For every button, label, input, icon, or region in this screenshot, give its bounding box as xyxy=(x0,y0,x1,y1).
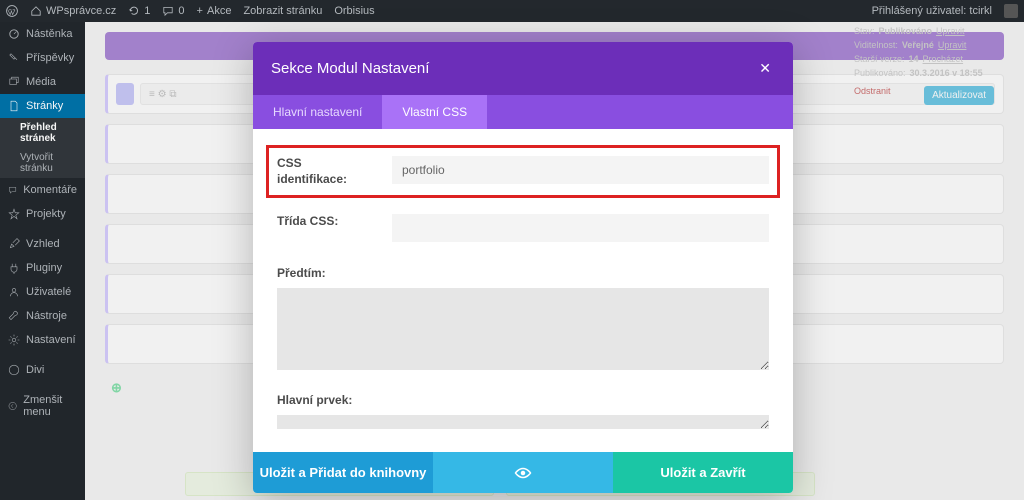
modal-tabs: Hlavní nastavení Vlastní CSS xyxy=(253,95,793,129)
site-name-link[interactable]: WPsprávce.cz xyxy=(30,5,116,17)
modal-title: Sekce Modul Nastavení xyxy=(271,60,429,77)
section-settings-modal: Sekce Modul Nastavení ✕ Hlavní nastavení… xyxy=(253,42,793,493)
avatar[interactable] xyxy=(1004,4,1018,18)
plus-icon: + xyxy=(197,5,203,17)
before-textarea[interactable] xyxy=(277,288,769,370)
wp-logo[interactable] xyxy=(6,5,18,17)
css-id-input[interactable] xyxy=(392,156,769,184)
view-page-link[interactable]: Zobrazit stránku xyxy=(243,5,322,17)
save-close-button[interactable]: Uložit a Zavřít xyxy=(613,452,793,493)
css-class-input[interactable] xyxy=(392,214,769,242)
tab-main-settings[interactable]: Hlavní nastavení xyxy=(253,95,382,129)
tab-custom-css[interactable]: Vlastní CSS xyxy=(382,95,487,129)
save-add-library-button[interactable]: Uložit a Přidat do knihovny xyxy=(253,452,433,493)
preview-button[interactable] xyxy=(433,452,613,493)
css-id-label: CSS identifikace: xyxy=(277,156,372,187)
main-element-textarea[interactable] xyxy=(277,415,769,429)
before-label: Předtím: xyxy=(277,266,769,280)
eye-icon xyxy=(514,467,532,479)
comments-link[interactable]: 0 xyxy=(162,5,184,17)
css-class-label: Třída CSS: xyxy=(277,214,372,230)
site-name: WPsprávce.cz xyxy=(46,5,116,17)
main-element-label: Hlavní prvek: xyxy=(277,393,769,407)
user-greeting[interactable]: Přihlášený uživatel: tcirkl xyxy=(872,5,992,17)
new-link[interactable]: + Akce xyxy=(197,5,232,17)
updates-link[interactable]: 1 xyxy=(128,5,150,17)
close-icon[interactable]: ✕ xyxy=(755,56,775,81)
orbisius-link[interactable]: Orbisius xyxy=(334,5,374,17)
